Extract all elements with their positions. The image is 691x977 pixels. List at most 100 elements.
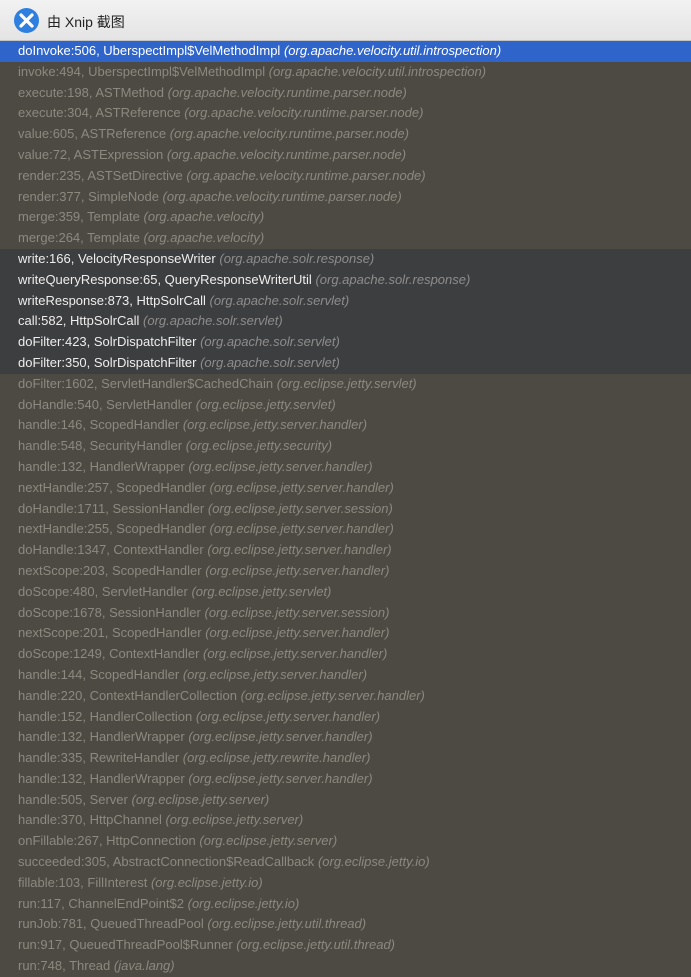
stack-frame[interactable]: doHandle:540, ServletHandler (org.eclips…	[0, 394, 691, 416]
frame-method: handle:505, Server	[18, 791, 128, 807]
stack-frame[interactable]: call:582, HttpSolrCall (org.apache.solr.…	[0, 311, 691, 333]
frame-method: invoke:494, UberspectImpl$VelMethodImpl	[18, 63, 266, 79]
stack-frame[interactable]: doScope:1678, SessionHandler (org.eclips…	[0, 602, 691, 624]
frame-package: (org.eclipse.jetty.server.session)	[207, 500, 393, 516]
frame-method: run:917, QueuedThreadPool$Runner	[18, 937, 233, 953]
frame-method: doHandle:1711, SessionHandler	[18, 500, 205, 516]
frame-method: handle:335, RewriteHandler	[18, 750, 180, 766]
frame-package: (org.eclipse.jetty.io)	[187, 895, 300, 911]
frame-package: (org.apache.velocity.runtime.parser.node…	[186, 167, 426, 183]
stack-frame[interactable]: execute:304, ASTReference (org.apache.ve…	[0, 103, 691, 125]
stack-frame[interactable]: nextHandle:257, ScopedHandler (org.eclip…	[0, 477, 691, 499]
frame-method: writeQueryResponse:65, QueryResponseWrit…	[18, 271, 312, 287]
frame-method: doFilter:350, SolrDispatchFilter	[18, 354, 197, 370]
frame-method: doInvoke:506, UberspectImpl$VelMethodImp…	[18, 43, 281, 58]
stack-frame[interactable]: value:605, ASTReference (org.apache.velo…	[0, 124, 691, 145]
stack-frame[interactable]: handle:152, HandlerCollection (org.eclip…	[0, 706, 691, 728]
frame-method: handle:220, ContextHandlerCollection	[18, 687, 237, 703]
stack-frame[interactable]: handle:132, HandlerWrapper (org.eclipse.…	[0, 727, 691, 749]
stack-frame[interactable]: handle:505, Server (org.eclipse.jetty.se…	[0, 789, 691, 811]
stack-frame[interactable]: merge:359, Template (org.apache.velocity…	[0, 207, 691, 229]
xnip-app-icon[interactable]	[14, 8, 39, 33]
frame-method: doScope:1678, SessionHandler	[18, 604, 201, 620]
frame-package: (org.apache.velocity.runtime.parser.node…	[166, 146, 407, 162]
frame-method: handle:152, HandlerCollection	[18, 708, 193, 724]
frame-package: (org.eclipse.jetty.servlet)	[195, 396, 336, 412]
frame-package: (org.eclipse.jetty.server)	[165, 812, 304, 828]
stack-frame[interactable]: doFilter:423, SolrDispatchFilter (org.ap…	[0, 332, 691, 353]
frame-package: (org.apache.velocity.runtime.parser.node…	[169, 126, 409, 142]
frame-method: handle:132, HandlerWrapper	[18, 458, 185, 474]
stack-frame[interactable]: invoke:494, UberspectImpl$VelMethodImpl …	[0, 61, 691, 83]
frame-package: (org.eclipse.jetty.server.handler)	[182, 417, 368, 433]
stack-frame[interactable]: write:166, VelocityResponseWriter (org.a…	[0, 248, 691, 270]
stack-frame[interactable]: doScope:480, ServletHandler (org.eclipse…	[0, 581, 691, 603]
stack-frames-list[interactable]: doInvoke:506, UberspectImpl$VelMethodImp…	[0, 41, 691, 977]
frame-method: handle:132, HandlerWrapper	[18, 770, 185, 786]
stack-frame[interactable]: run:117, ChannelEndPoint$2 (org.eclipse.…	[0, 893, 691, 915]
stack-frame[interactable]: run:917, QueuedThreadPool$Runner (org.ec…	[0, 935, 691, 957]
frame-method: execute:304, ASTReference	[18, 105, 181, 121]
stack-frame[interactable]: writeQueryResponse:65, QueryResponseWrit…	[0, 269, 691, 291]
stack-frame[interactable]: execute:198, ASTMethod (org.apache.veloc…	[0, 82, 691, 104]
stack-frame[interactable]: doFilter:350, SolrDispatchFilter (org.ap…	[0, 352, 691, 374]
frame-package: (org.eclipse.jetty.servlet)	[191, 583, 332, 599]
frame-method: merge:264, Template	[18, 230, 140, 246]
frame-package: (org.eclipse.jetty.server.handler)	[195, 708, 381, 724]
stack-frame[interactable]: nextScope:201, ScopedHandler (org.eclips…	[0, 623, 691, 645]
stack-frame[interactable]: handle:146, ScopedHandler (org.eclipse.j…	[0, 415, 691, 437]
stack-frame[interactable]: handle:144, ScopedHandler (org.eclipse.j…	[0, 664, 691, 686]
stack-frame[interactable]: handle:548, SecurityHandler (org.eclipse…	[0, 436, 691, 457]
stack-frame[interactable]: merge:264, Template (org.apache.velocity…	[0, 228, 691, 249]
frame-method: nextScope:203, ScopedHandler	[18, 562, 202, 578]
frame-package: (org.eclipse.jetty.server.handler)	[182, 666, 368, 682]
stack-frame[interactable]: doFilter:1602, ServletHandler$CachedChai…	[0, 373, 691, 395]
frame-method: run:748, Thread	[18, 958, 111, 974]
stack-frame[interactable]: runJob:781, QueuedThreadPool (org.eclips…	[0, 914, 691, 936]
stack-frame[interactable]: render:235, ASTSetDirective (org.apache.…	[0, 165, 691, 187]
frame-package: (org.apache.velocity.runtime.parser.node…	[162, 188, 402, 204]
stack-frame[interactable]: run:748, Thread (java.lang)	[0, 956, 691, 977]
frame-package: (org.eclipse.jetty.server.handler)	[209, 479, 394, 495]
frame-package: (java.lang)	[113, 958, 175, 974]
stack-frame[interactable]: handle:335, RewriteHandler (org.eclipse.…	[0, 748, 691, 769]
stack-frame[interactable]: handle:132, HandlerWrapper (org.eclipse.…	[0, 768, 691, 790]
frame-method: doScope:480, ServletHandler	[18, 583, 188, 599]
frame-package: (org.apache.velocity.runtime.parser.node…	[184, 105, 424, 121]
frame-method: call:582, HttpSolrCall	[18, 313, 140, 329]
stack-frame-selected[interactable]: doInvoke:506, UberspectImpl$VelMethodImp…	[0, 41, 691, 62]
stack-frame[interactable]: handle:220, ContextHandlerCollection (or…	[0, 685, 691, 707]
stack-frame[interactable]: doHandle:1711, SessionHandler (org.eclip…	[0, 498, 691, 520]
frame-method: doScope:1249, ContextHandler	[18, 646, 200, 662]
stack-frame[interactable]: value:72, ASTExpression (org.apache.velo…	[0, 144, 691, 166]
stack-frame[interactable]: nextHandle:255, ScopedHandler (org.eclip…	[0, 519, 691, 541]
frame-package: (org.apache.solr.servlet)	[143, 313, 283, 329]
frame-method: value:605, ASTReference	[18, 126, 167, 142]
stack-frame[interactable]: doHandle:1347, ContextHandler (org.eclip…	[0, 540, 691, 561]
stack-frame[interactable]: handle:132, HandlerWrapper (org.eclipse.…	[0, 456, 691, 478]
stack-frame[interactable]: render:377, SimpleNode (org.apache.veloc…	[0, 186, 691, 208]
stack-frame[interactable]: handle:370, HttpChannel (org.eclipse.jet…	[0, 810, 691, 832]
frame-package: (org.apache.velocity.util.introspection)	[283, 43, 502, 58]
frame-package: (org.eclipse.jetty.io)	[150, 874, 263, 890]
frame-method: fillable:103, FillInterest	[18, 874, 148, 890]
stack-frame[interactable]: fillable:103, FillInterest (org.eclipse.…	[0, 872, 691, 894]
frame-method: doFilter:423, SolrDispatchFilter	[18, 334, 197, 350]
frame-package: (org.eclipse.jetty.server.handler)	[203, 646, 388, 662]
frame-package: (org.apache.solr.response)	[219, 250, 375, 266]
frame-package: (org.apache.solr.servlet)	[209, 292, 350, 308]
stack-frame[interactable]: onFillable:267, HttpConnection (org.ecli…	[0, 831, 691, 853]
frame-package: (org.apache.velocity)	[143, 230, 265, 246]
frame-package: (org.eclipse.jetty.security)	[185, 438, 333, 454]
frame-method: render:377, SimpleNode	[18, 188, 159, 204]
frame-method: value:72, ASTExpression	[18, 146, 164, 162]
frame-method: handle:132, HandlerWrapper	[18, 729, 185, 745]
frame-method: handle:370, HttpChannel	[18, 812, 162, 828]
frame-method: doFilter:1602, ServletHandler$CachedChai…	[18, 375, 274, 391]
stack-frame[interactable]: writeResponse:873, HttpSolrCall (org.apa…	[0, 290, 691, 312]
frame-method: run:117, ChannelEndPoint$2	[18, 895, 184, 911]
stack-frame[interactable]: succeeded:305, AbstractConnection$ReadCa…	[0, 852, 691, 873]
frame-package: (org.apache.solr.response)	[315, 271, 471, 287]
stack-frame[interactable]: nextScope:203, ScopedHandler (org.eclips…	[0, 560, 691, 582]
stack-frame[interactable]: doScope:1249, ContextHandler (org.eclips…	[0, 644, 691, 665]
